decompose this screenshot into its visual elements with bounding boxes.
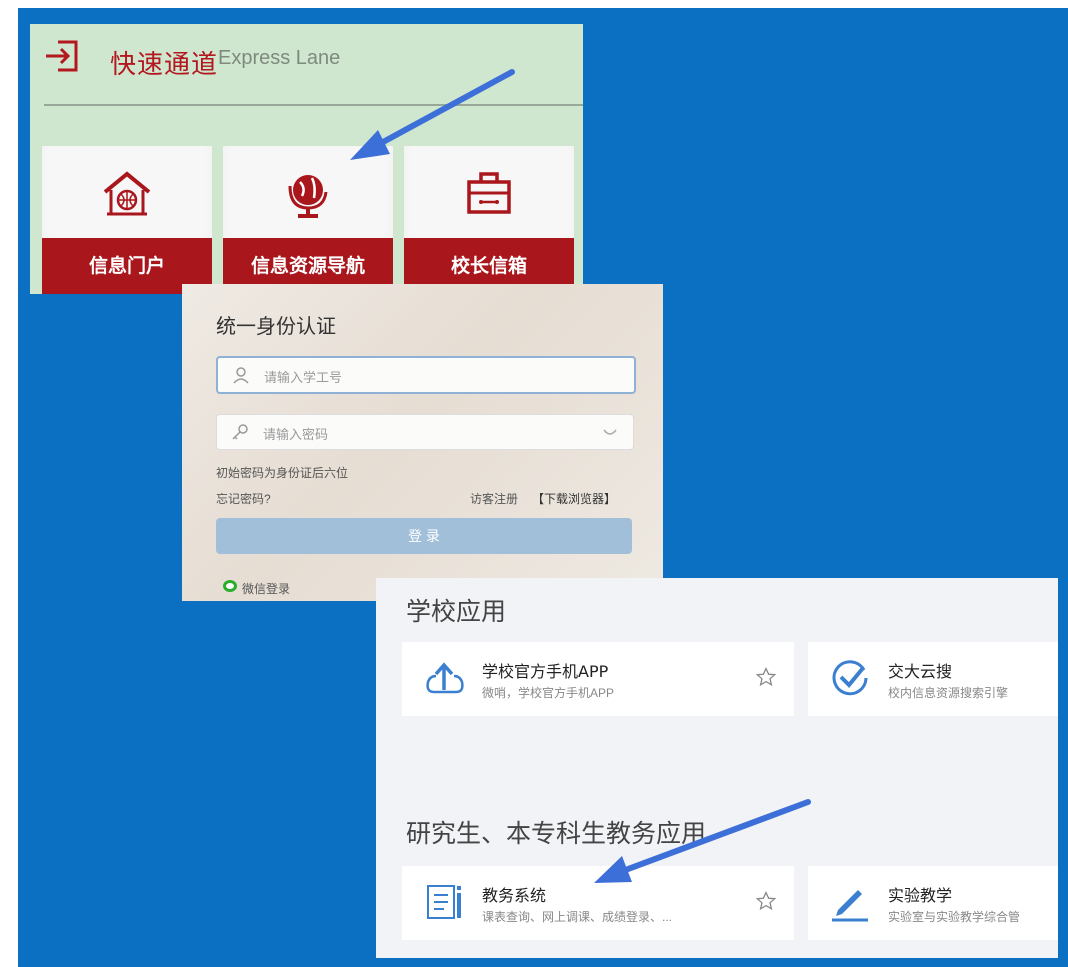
visitor-register-link[interactable]: 访客注册 <box>470 490 518 507</box>
app-card-academic-system[interactable]: 教务系统 课表查询、网上调课、成绩登录、... <box>402 866 794 940</box>
app-name: 交大云搜 <box>888 662 953 681</box>
app-card-official-app[interactable]: 学校官方手机APP 微哨，学校官方手机APP <box>402 642 794 716</box>
app-desc: 课表查询、网上调课、成绩登录、... <box>482 910 673 924</box>
app-name: 实验教学 <box>888 886 953 905</box>
key-icon <box>232 424 248 440</box>
download-browser-link[interactable]: 【下载浏览器】 <box>532 490 616 507</box>
password-field[interactable]: 请输入密码 <box>216 414 634 450</box>
divider <box>44 104 583 106</box>
express-lane-panel: 快速通道 Express Lane 信息门户 信息资源导航 校长信箱 <box>30 24 583 294</box>
star-icon[interactable] <box>756 667 776 687</box>
eye-toggle-icon[interactable] <box>603 429 617 437</box>
section-title-academic-apps: 研究生、本专科生教务应用 <box>406 819 707 848</box>
wechat-login-link[interactable]: 微信登录 <box>242 580 290 597</box>
app-name: 学校官方手机APP <box>482 662 609 681</box>
app-desc: 校内信息资源搜索引擎 <box>888 686 1009 700</box>
enter-icon <box>46 40 78 72</box>
document-icon <box>427 885 461 919</box>
express-lane-title: 快速通道 <box>110 50 219 80</box>
cloud-upload-icon <box>426 662 464 694</box>
tile-info-portal[interactable]: 信息门户 <box>42 146 212 294</box>
house-globe-icon <box>103 171 151 216</box>
login-title: 统一身份认证 <box>216 314 336 338</box>
tile-president-mailbox[interactable]: 校长信箱 <box>404 146 574 294</box>
globe-stand-icon <box>288 175 328 218</box>
section-title-school-apps: 学校应用 <box>406 597 507 626</box>
star-icon[interactable] <box>756 891 776 911</box>
password-hint: 初始密码为身份证后六位 <box>216 466 349 480</box>
app-name: 教务系统 <box>482 886 547 905</box>
app-card-cloud-search[interactable]: 交大云搜 校内信息资源搜索引擎 <box>808 642 1058 716</box>
login-button[interactable]: 登 录 <box>216 518 632 554</box>
wechat-icon[interactable] <box>222 579 238 593</box>
forgot-password-link[interactable]: 忘记密码? <box>216 490 271 507</box>
app-desc: 实验室与实验教学综合管 <box>888 910 1021 924</box>
check-circle-icon <box>832 660 868 696</box>
user-icon <box>233 367 249 384</box>
toolbox-icon <box>467 172 511 214</box>
username-placeholder: 请输入学工号 <box>264 370 343 385</box>
password-placeholder: 请输入密码 <box>263 427 329 442</box>
express-lane-subtitle: Express Lane <box>218 47 341 69</box>
username-field[interactable]: 请输入学工号 <box>216 356 636 394</box>
school-apps-panel: 学校应用 学校官方手机APP 微哨，学校官方手机APP 交大云搜 校内信息资源搜… <box>376 578 1058 958</box>
app-card-experiment-teaching[interactable]: 实验教学 实验室与实验教学综合管 <box>808 866 1058 940</box>
tile-resource-nav[interactable]: 信息资源导航 <box>223 146 393 294</box>
pen-icon <box>832 890 868 922</box>
app-desc: 微哨，学校官方手机APP <box>482 686 615 700</box>
login-panel: 统一身份认证 请输入学工号 请输入密码 初始密码为身份证后六位 忘记密码? 访客… <box>182 284 663 601</box>
